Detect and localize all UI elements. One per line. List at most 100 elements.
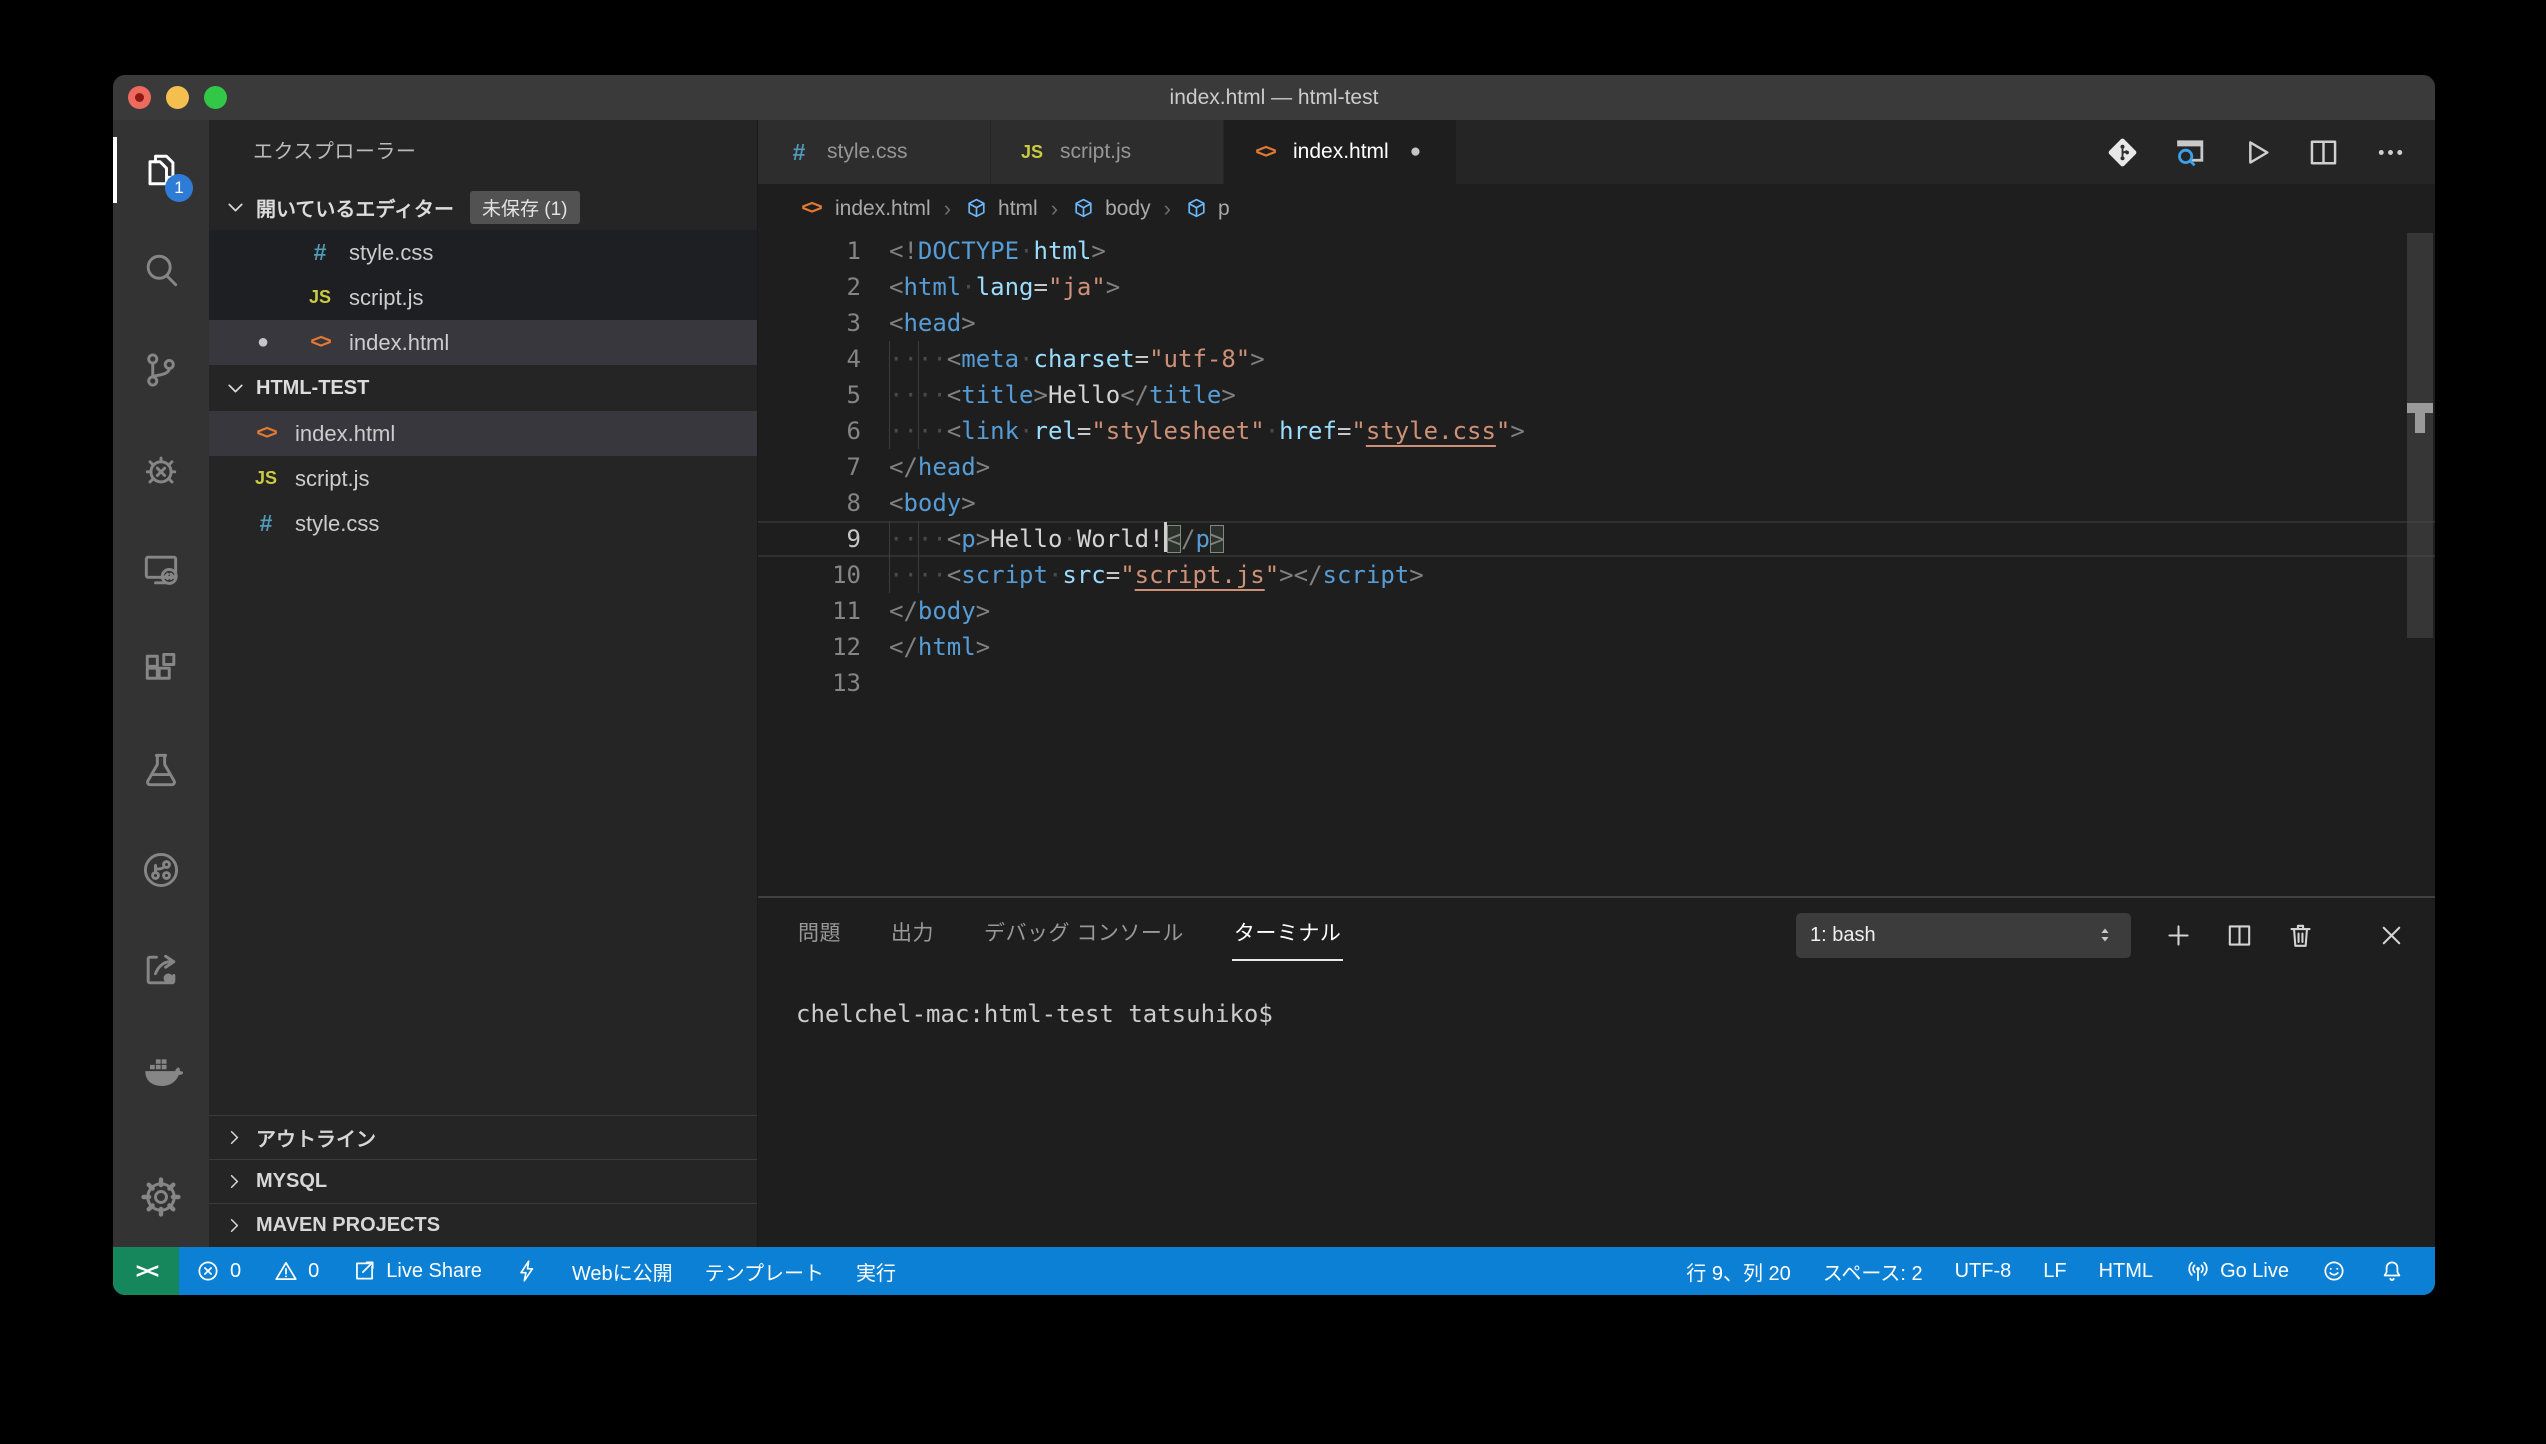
status-indentation[interactable]: スペース: 2 (1807, 1247, 1939, 1295)
chevron-down-icon[interactable] (223, 195, 248, 220)
terminal[interactable]: chelchel-mac:html-test tatsuhiko$ (758, 972, 2435, 1247)
code-line-3[interactable]: 3<head> (758, 305, 2435, 341)
more-actions-icon[interactable] (2372, 134, 2409, 171)
panel-tab-デバッグ コンソール[interactable]: デバッグ コンソール (982, 909, 1186, 961)
code-line-5[interactable]: 5····<title>Hello</title> (758, 377, 2435, 413)
sidebar-section-アウトライン[interactable]: アウトライン (209, 1115, 757, 1159)
code-line-7[interactable]: 7</head> (758, 449, 2435, 485)
activity-item-extensions[interactable] (113, 620, 209, 720)
line-number: 4 (758, 341, 861, 377)
breadcrumb-item-body[interactable]: body (1071, 196, 1151, 221)
panel-tab-出力[interactable]: 出力 (889, 909, 936, 961)
open-editor-item[interactable]: #style.css (209, 230, 757, 275)
panel-tab-ターミナル[interactable]: ターミナル (1232, 909, 1344, 961)
code-line-1[interactable]: 1<!DOCTYPE·html> (758, 233, 2435, 269)
activity-item-debug[interactable] (113, 420, 209, 520)
code-line-4[interactable]: 4····<meta·charset="utf-8"> (758, 341, 2435, 377)
file-tree-item[interactable]: <>index.html (209, 411, 757, 456)
title-bar[interactable]: index.html — html-test (113, 75, 2435, 121)
status-live-share[interactable]: Live Share (335, 1247, 498, 1295)
status-feedback[interactable] (2305, 1247, 2363, 1295)
code-token: </ (889, 453, 918, 481)
activity-item-git-graph[interactable] (113, 820, 209, 920)
code-line-9[interactable]: 9····<p>Hello·World!</p> (758, 521, 2435, 557)
status-run[interactable]: 実行 (840, 1247, 912, 1295)
line-number: 13 (758, 665, 861, 701)
status-template[interactable]: テンプレート (689, 1247, 840, 1295)
code-line-6[interactable]: 6····<link·rel="stylesheet"·href="style.… (758, 413, 2435, 449)
open-editors-header[interactable]: 開いているエディター 未保存 (1) (209, 184, 757, 230)
chevron-down-icon[interactable] (223, 376, 248, 401)
status-publish-web[interactable]: Webに公開 (556, 1247, 689, 1295)
code-editor[interactable]: 1<!DOCTYPE·html>2<html·lang="ja">3<head>… (758, 233, 2435, 896)
activity-item-remote-explorer[interactable] (113, 520, 209, 620)
panel-tab-問題[interactable]: 問題 (796, 909, 843, 961)
code-line-12[interactable]: 12</html> (758, 629, 2435, 665)
code-token: </ (889, 597, 918, 625)
activity-item-explorer[interactable]: 1 (113, 120, 209, 220)
status-language-mode[interactable]: HTML (2083, 1247, 2169, 1295)
code-token: html (918, 633, 976, 661)
status-go-live[interactable]: Go Live (2169, 1247, 2305, 1295)
add-terminal-icon[interactable] (2163, 920, 2194, 951)
code-token: html (1034, 237, 1092, 265)
git-diamond-icon[interactable] (2104, 134, 2141, 171)
project-header[interactable]: HTML-TEST (209, 365, 757, 411)
remote-indicator[interactable]: >< (113, 1247, 179, 1295)
symbol-cube-icon (964, 196, 989, 221)
code-text: <head> (889, 305, 976, 341)
tab-script.js[interactable]: JSscript.js (991, 120, 1224, 184)
code-line-2[interactable]: 2<html·lang="ja"> (758, 269, 2435, 305)
file-tree-item[interactable]: JSscript.js (209, 456, 757, 501)
open-preview-icon[interactable] (2171, 134, 2208, 171)
status-cursor-position[interactable]: 行 9、列 20 (1670, 1247, 1806, 1295)
code-line-11[interactable]: 11</body> (758, 593, 2435, 629)
tab-style.css[interactable]: #style.css (758, 120, 991, 184)
code-line-13[interactable]: 13 (758, 665, 2435, 701)
breadcrumb-item-index.html[interactable]: <>index.html (796, 197, 931, 221)
activity-item-search[interactable] (113, 220, 209, 320)
file-tree-item[interactable]: #style.css (209, 501, 757, 546)
breadcrumb-item-p[interactable]: p (1184, 196, 1230, 221)
code-token: > (961, 309, 975, 337)
breadcrumb-separator-icon: › (940, 196, 955, 222)
code-text: ····<title>Hello</title> (889, 377, 1236, 413)
status-bolt[interactable] (498, 1247, 556, 1295)
code-token: " (1120, 561, 1134, 589)
code-token: script (961, 561, 1048, 589)
code-token: "utf-8" (1149, 345, 1250, 373)
sidebar-section-mysql[interactable]: MYSQL (209, 1159, 757, 1203)
sidebar-section-maven-projects[interactable]: MAVEN PROJECTS (209, 1203, 757, 1247)
trash-icon[interactable] (2285, 920, 2316, 951)
status-notifications[interactable] (2363, 1247, 2421, 1295)
tab-index.html[interactable]: <>index.html● (1224, 120, 1457, 184)
terminal-select[interactable]: 1: bash (1796, 913, 2131, 958)
activity-item-live-share[interactable] (113, 920, 209, 1020)
status-eol[interactable]: LF (2027, 1247, 2082, 1295)
symbol-cube-icon (1071, 196, 1096, 221)
activity-item-settings[interactable] (113, 1147, 209, 1247)
code-token: </ (1294, 561, 1323, 589)
activity-item-source-control[interactable] (113, 320, 209, 420)
editor-scrollbar[interactable] (2407, 233, 2433, 638)
code-line-8[interactable]: 8<body> (758, 485, 2435, 521)
open-editor-item[interactable]: ●<>index.html (209, 320, 757, 365)
html-file-icon: <> (1250, 141, 1280, 164)
code-token: href (1279, 417, 1337, 445)
code-token: < (889, 489, 903, 517)
close-panel-icon[interactable] (2376, 920, 2407, 951)
split-editor-icon[interactable] (2305, 134, 2342, 171)
breadcrumb-item-html[interactable]: html (964, 196, 1038, 221)
activity-item-test[interactable] (113, 720, 209, 820)
code-line-10[interactable]: 10····<script·src="script.js"></script> (758, 557, 2435, 593)
status-errors[interactable]: 0 (179, 1247, 257, 1295)
status-warnings[interactable]: 0 (257, 1247, 335, 1295)
chevron-right-icon (223, 1214, 246, 1237)
open-editor-item[interactable]: JSscript.js (209, 275, 757, 320)
code-token: " (1265, 561, 1279, 589)
status-encoding[interactable]: UTF-8 (1939, 1247, 2028, 1295)
activity-item-docker[interactable] (113, 1020, 209, 1120)
open-editors-label: 開いているエディター (256, 193, 454, 222)
run-icon[interactable] (2238, 134, 2275, 171)
split-panel-icon[interactable] (2224, 920, 2255, 951)
